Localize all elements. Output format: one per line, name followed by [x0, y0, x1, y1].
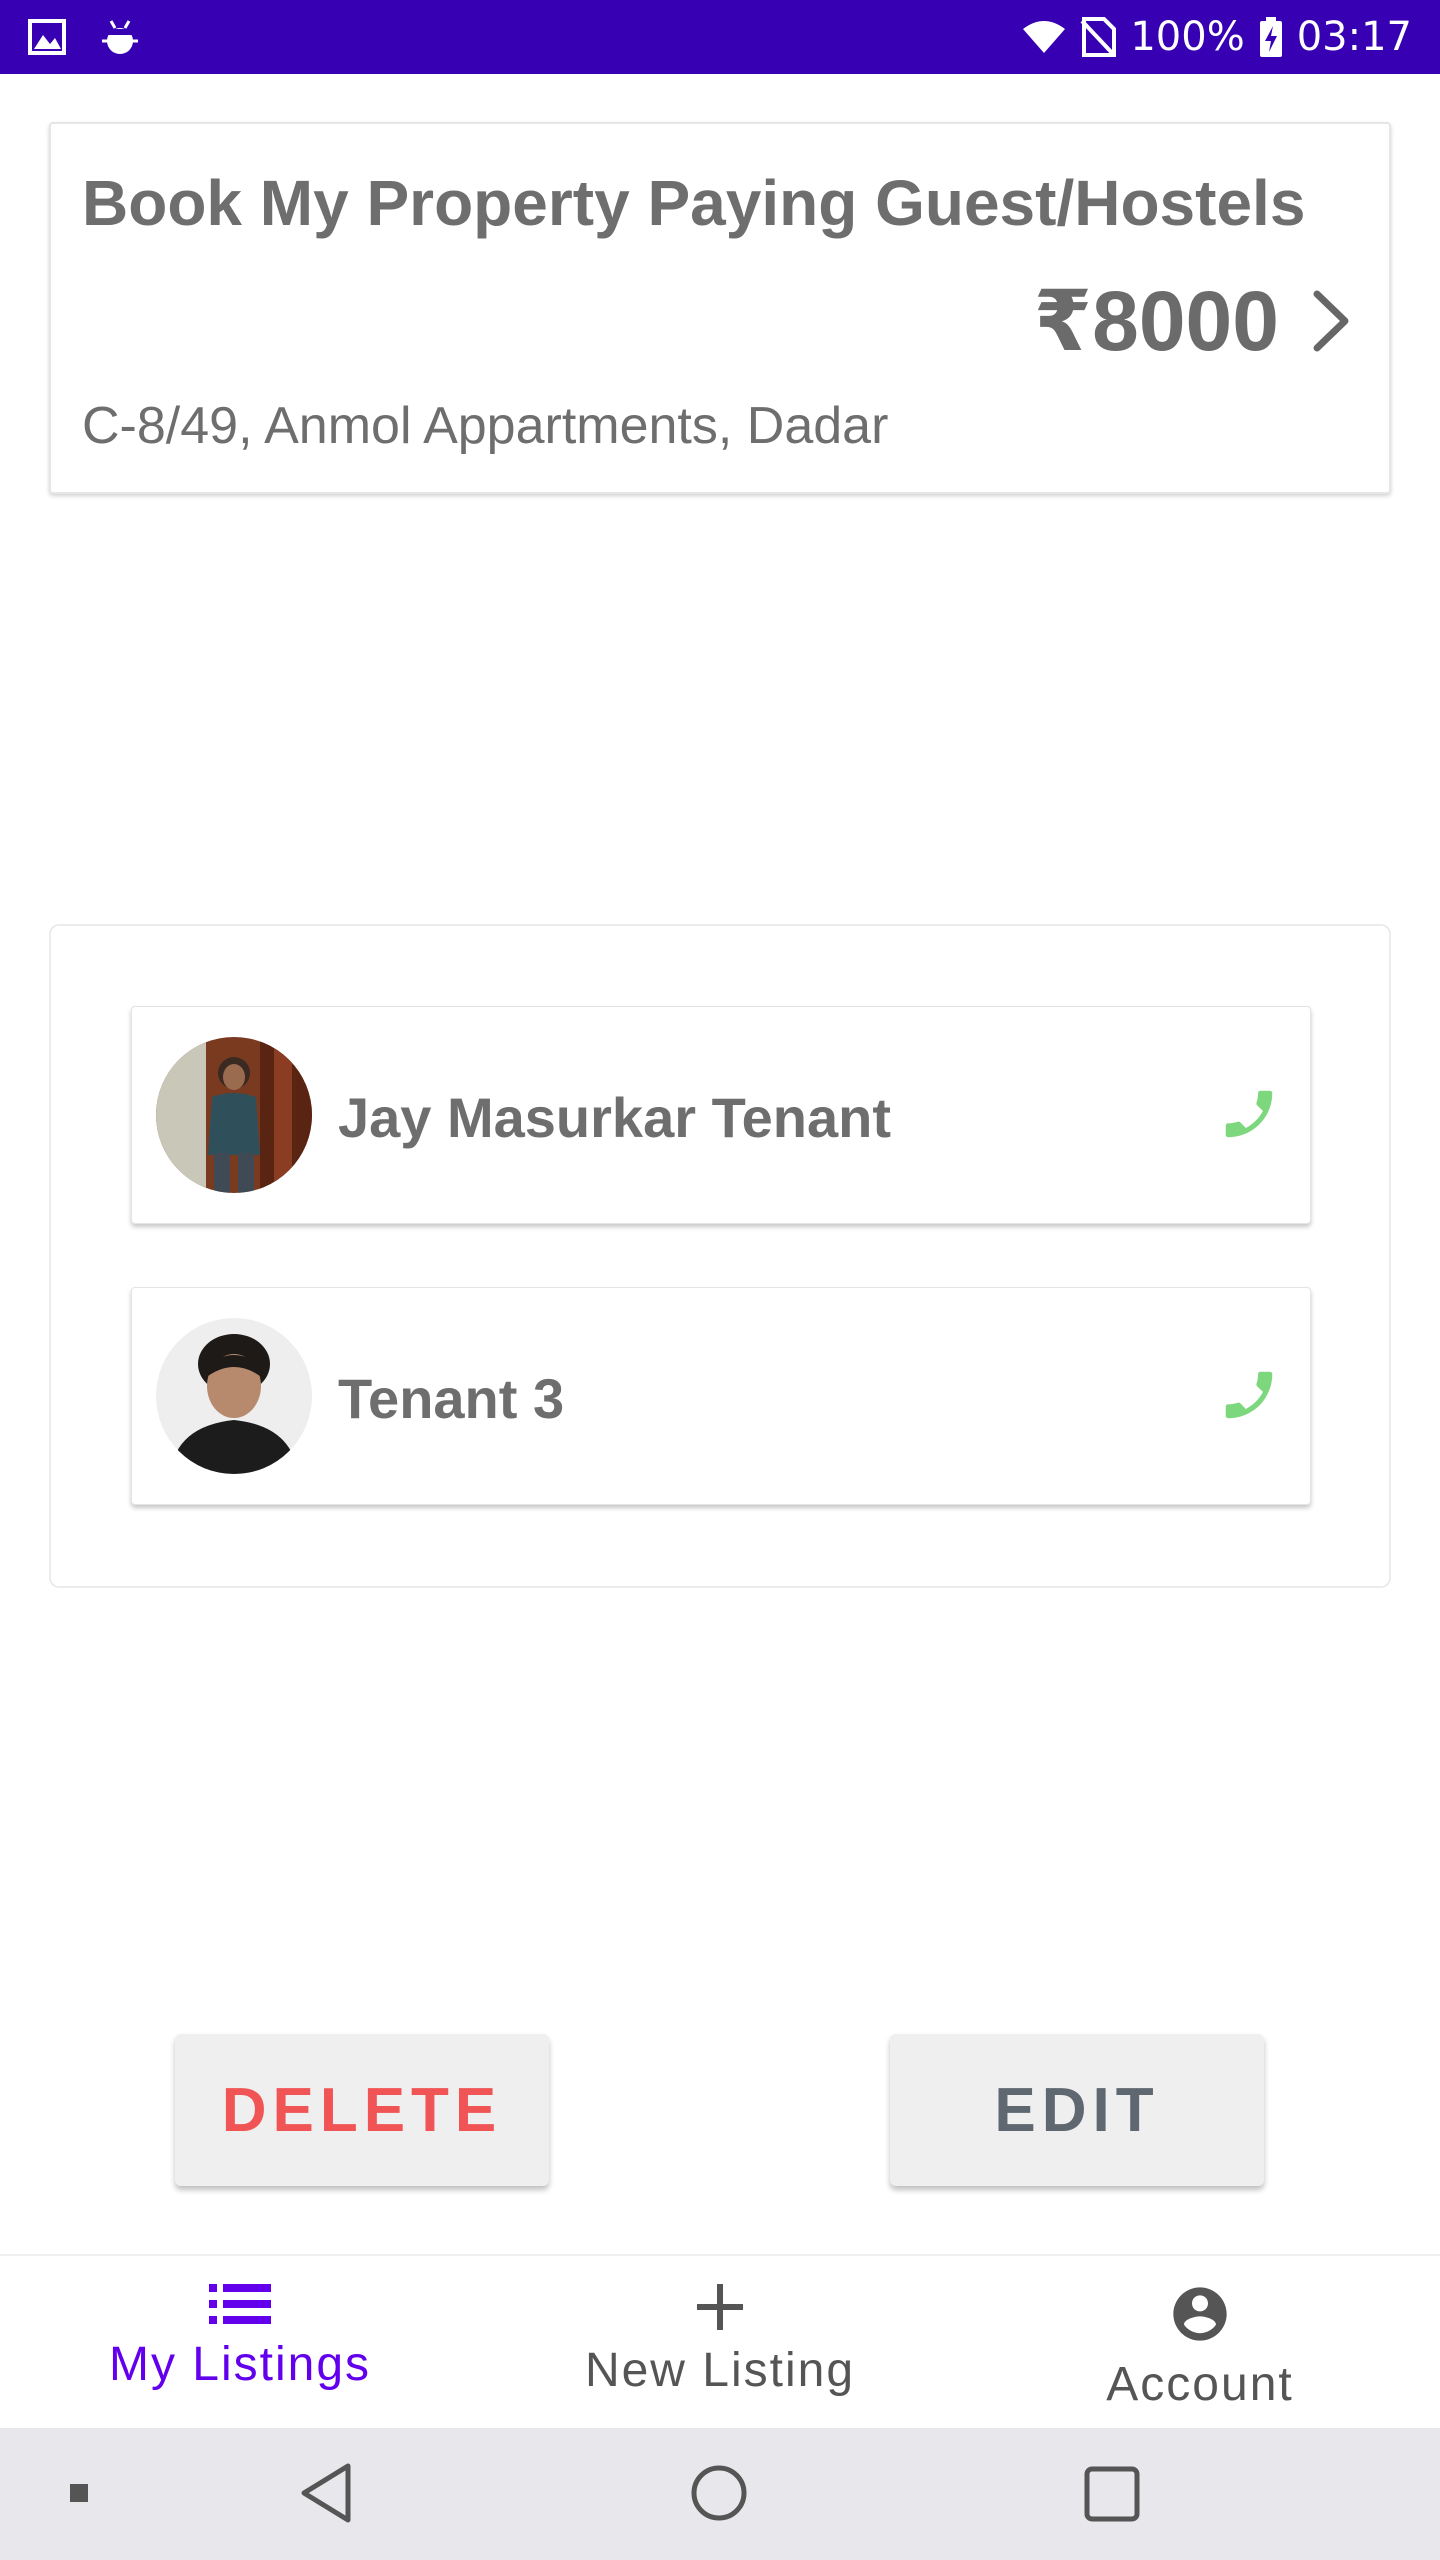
- nav-account[interactable]: Account: [1000, 2256, 1400, 2430]
- home-icon[interactable]: [690, 2464, 748, 2527]
- battery-charging-icon: [1259, 17, 1283, 57]
- nav-label: My Listings: [108, 2338, 372, 2391]
- bottom-nav: My Listings New Listing Account: [0, 2254, 1440, 2428]
- account-circle-icon: [1168, 2256, 1232, 2351]
- listing-address: C-8/49, Anmol Appartments, Dadar: [82, 397, 889, 455]
- back-icon[interactable]: [298, 2462, 354, 2529]
- tenant-row[interactable]: Jay Masurkar Tenant: [131, 1006, 1311, 1224]
- gallery-notification-icon: [28, 19, 66, 55]
- recents-icon[interactable]: [1084, 2466, 1140, 2527]
- nav-label: Account: [1106, 2358, 1294, 2411]
- nav-my-listings[interactable]: My Listings: [40, 2256, 440, 2430]
- tenant-name: Jay Masurkar Tenant: [338, 1086, 891, 1149]
- status-bar: 100% 03:17: [0, 0, 1440, 74]
- avatar: [156, 1318, 312, 1474]
- phone-icon[interactable]: [1218, 1081, 1280, 1147]
- edit-button[interactable]: EDIT: [890, 2034, 1264, 2186]
- chevron-right-icon[interactable]: [1297, 276, 1367, 366]
- no-sim-icon: [1080, 17, 1117, 57]
- tenant-name: Tenant 3: [338, 1367, 565, 1430]
- clock: 03:17: [1296, 14, 1412, 60]
- list-icon: [209, 2256, 271, 2331]
- listing-price: ₹8000: [1033, 274, 1279, 368]
- tenants-panel: Jay Masurkar Tenant Tenant 3: [49, 924, 1391, 1588]
- avatar: [156, 1037, 312, 1193]
- battery-text: 100%: [1130, 14, 1245, 60]
- delete-button[interactable]: DELETE: [175, 2034, 549, 2186]
- system-nav-bar: [0, 2428, 1440, 2560]
- plus-icon: [695, 2256, 745, 2337]
- nav-new-listing[interactable]: New Listing: [520, 2256, 920, 2430]
- listing-card[interactable]: Book My Property Paying Guest/Hostels ₹8…: [49, 122, 1391, 494]
- wifi-icon: [1022, 20, 1066, 54]
- dot-icon: [70, 2484, 88, 2507]
- listing-title: Book My Property Paying Guest/Hostels: [82, 167, 1306, 239]
- nav-label: New Listing: [584, 2344, 856, 2397]
- phone-icon[interactable]: [1218, 1362, 1280, 1428]
- tenant-row[interactable]: Tenant 3: [131, 1287, 1311, 1505]
- android-debug-icon: [100, 17, 140, 57]
